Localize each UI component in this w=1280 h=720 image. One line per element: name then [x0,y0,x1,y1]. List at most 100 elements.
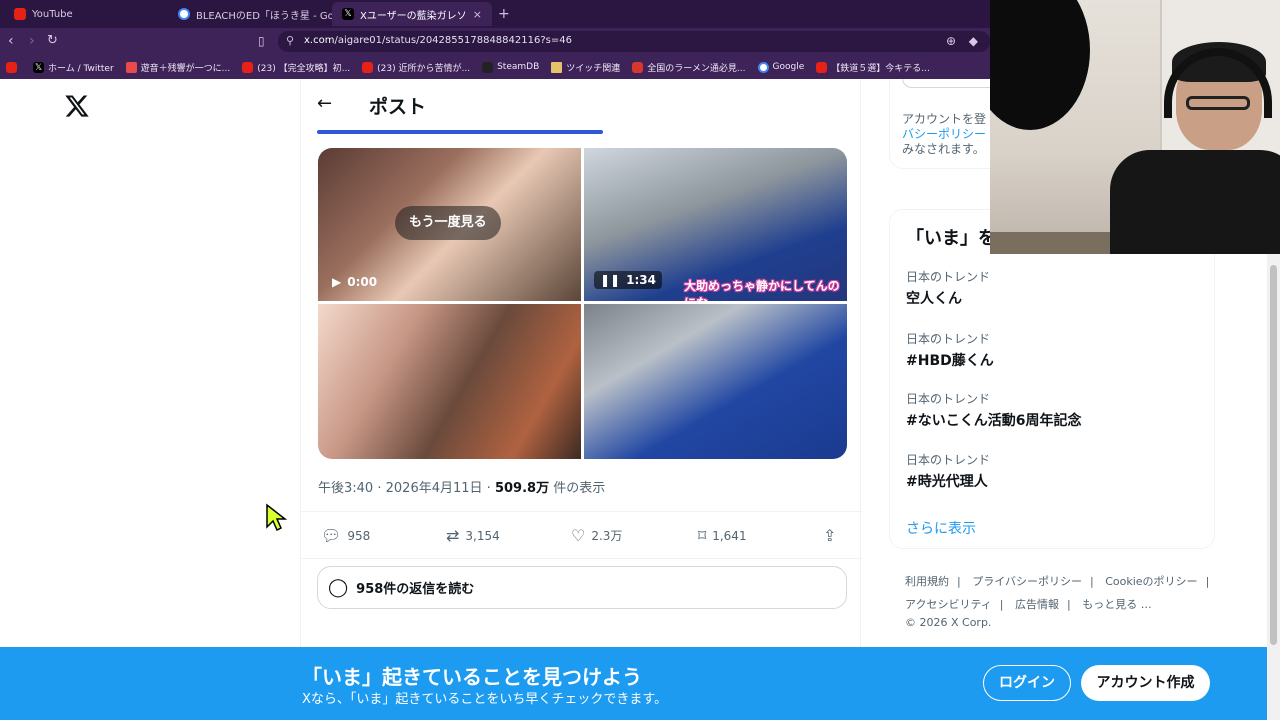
tab-label: Xユーザーの藍染ガレソの悲報（藤 [360,10,467,22]
steam-icon [482,61,494,73]
scrollbar-thumb[interactable] [1270,265,1277,645]
tab-x-post[interactable]: 𝕏 Xユーザーの藍染ガレソの悲報（藤 × [332,2,492,26]
trends-heading: 「いま」を [906,228,996,249]
reply-icon: 💬︎ [321,526,342,545]
ads-info-link[interactable]: 広告情報 [1015,598,1059,611]
video-thumbnail-1[interactable]: もう一度見る ▶ 0:00 [318,148,581,301]
accessibility-link[interactable]: アクセシビリティ [905,598,992,611]
show-more-link[interactable]: さらに表示 [906,518,976,538]
trend-item[interactable]: 日本のトレンド #時光代理人 [906,451,990,491]
read-replies-button[interactable]: ◯ 958件の返信を読む [317,566,847,609]
bookmark-google[interactable]: Google [757,61,804,73]
bookmark-button[interactable]: ⌑ 1,641 [698,526,747,545]
video-time-1: ▶ 0:00 [332,275,378,289]
tab-google-search[interactable]: BLEACHのED「ほうき星 - Google 検索 [168,2,332,26]
brave-shield-icon[interactable]: ◆ [969,34,978,48]
banner-headline: 「いま」起きていることを見つけよう [302,665,642,689]
red-icon [632,61,644,73]
video-thumbnail-3[interactable] [318,304,581,459]
bookmark-youtube[interactable] [6,61,21,73]
view-count-suffix: 件の表示 [553,481,606,496]
site-info-icon[interactable]: ⚲ [286,34,294,47]
video-caption: 大助めっちゃ静かにしてんのにな [684,279,840,301]
privacy-link[interactable]: プライバシーポリシー [972,575,1082,588]
play-icon[interactable]: ▶ [332,275,341,289]
trend-item[interactable]: 日本のトレンド 空人くん [906,268,990,308]
bookmark-steamdb[interactable]: SteamDB [482,61,539,73]
privacy-policy-link[interactable]: バシーポリシー [902,127,986,141]
login-button[interactable]: ログイン [983,665,1071,701]
url-text: x.com/aigare01/status/204285517884884211… [304,35,572,46]
youtube-icon [14,8,26,20]
video-time-2: ❚❚ 1:34 [594,271,662,289]
share-icon: ⇪ [823,526,837,545]
heart-icon: ♡ [571,526,586,545]
new-tab-button[interactable]: + [498,6,510,22]
youtube-icon [242,61,254,73]
video-thumbnail-4[interactable] [584,304,847,459]
trend-item[interactable]: 日本のトレンド #ないこくん活動6周年記念 [906,390,1081,430]
url-path: /aigare01/status/2042855178848842116?s=4… [334,35,572,46]
bookmark-item[interactable]: 遊音＋残響が一つに... [125,61,230,74]
footer-links-row-1: 利用規約 | プライバシーポリシー | Cookieのポリシー | [905,575,1210,588]
header-underline [317,130,603,134]
webcam-desk [990,232,1130,254]
youtube-icon [362,61,374,73]
tab-label: BLEACHのED「ほうき星 - Google 検索 [196,10,332,22]
folder-icon [551,61,563,73]
repost-icon: ⇄ [446,526,460,545]
tab-label: YouTube [32,8,73,20]
post-time[interactable]: 午後3:40 [318,481,373,496]
zoom-icon[interactable]: ⊕ [946,34,956,48]
post-meta: 午後3:40 · 2026年4月11日 · 509.8万 件の表示 [318,481,606,496]
bookmark-folder[interactable]: ツイッチ関連 [551,61,620,74]
post-column: ← ポスト もう一度見る ▶ 0:00 ❚❚ 1:34 大助めっちゃ静かにしてん [300,79,862,720]
back-arrow-icon[interactable]: ← [317,93,332,114]
view-count: 509.8万 [494,481,550,496]
video-thumbnail-2[interactable]: ❚❚ 1:34 大助めっちゃ静かにしてんのにな [584,148,847,301]
bookmark-item[interactable]: 【鉄道５選】今キテる... [816,61,930,74]
url-host: x.com [304,35,335,46]
share-button[interactable]: ⇪ [823,526,836,545]
bookmark-item[interactable]: (23) 【完全攻略】初... [242,61,350,74]
youtube-icon [6,61,17,73]
reply-button[interactable]: 💬︎ 958 [321,526,370,545]
bookmark-icon: ⌑ [698,526,707,545]
terms-link[interactable]: 利用規約 [905,575,949,588]
media-grid: もう一度見る ▶ 0:00 ❚❚ 1:34 大助めっちゃ静かにしてんのにな [318,148,847,459]
x-logo-icon[interactable] [64,93,90,119]
replay-button[interactable]: もう一度見る [395,206,501,240]
back-icon[interactable]: ‹ [8,33,14,49]
cookie-link[interactable]: Cookieのポリシー [1105,575,1197,588]
forward-icon[interactable]: › [29,33,35,49]
reload-icon[interactable]: ↻ [47,33,58,48]
tab-youtube[interactable]: YouTube [4,2,170,26]
more-link[interactable]: もっと見る … [1082,598,1152,611]
bookmark-page-icon[interactable]: ▯ [258,34,265,48]
like-button[interactable]: ♡ 2.3万 [571,526,622,545]
youtube-icon [816,61,828,73]
copyright: © 2026 X Corp. [905,616,992,629]
webcam-overlay [990,0,1280,254]
glasses-icon [1186,96,1250,110]
login-banner: 「いま」起きていることを見つけよう Xなら、「いま」起きていることをいち早くチェ… [0,647,1267,720]
banner-subtext: Xなら、「いま」起きていることをいち早くチェックできます。 [302,692,668,707]
create-account-button[interactable]: アカウント作成 [1081,665,1210,701]
address-bar[interactable]: ⚲ x.com/aigare01/status/2042855178848842… [278,31,990,52]
bookmark-item[interactable]: (23) 近所から苦情が... [362,61,470,74]
close-tab-icon[interactable]: × [473,8,482,21]
bookmark-item[interactable]: 全国のラーメン通必見... [632,61,746,74]
post-date[interactable]: 2026年4月11日 [386,481,483,496]
google-icon [757,61,769,73]
trends-card: 「いま」を 日本のトレンド 空人くん 日本のトレンド #HBD藤くん 日本のトレ… [889,209,1215,549]
trend-item[interactable]: 日本のトレンド #HBD藤くん [906,330,994,370]
google-icon [178,8,190,20]
footer-links-row-2: アクセシビリティ | 広告情報 | もっと見る … [905,598,1152,611]
x-icon: 𝕏 [342,8,354,20]
streamer-body [1110,150,1280,254]
x-icon: 𝕏 [33,61,44,73]
repost-button[interactable]: ⇄ 3,154 [446,526,500,545]
pause-icon[interactable]: ❚❚ [600,273,620,287]
bookmark-twitter-home[interactable]: 𝕏 ホーム / Twitter [33,61,114,74]
post-actions: 💬︎ 958 ⇄ 3,154 ♡ 2.3万 ⌑ 1,641 ⇪ [301,511,862,559]
